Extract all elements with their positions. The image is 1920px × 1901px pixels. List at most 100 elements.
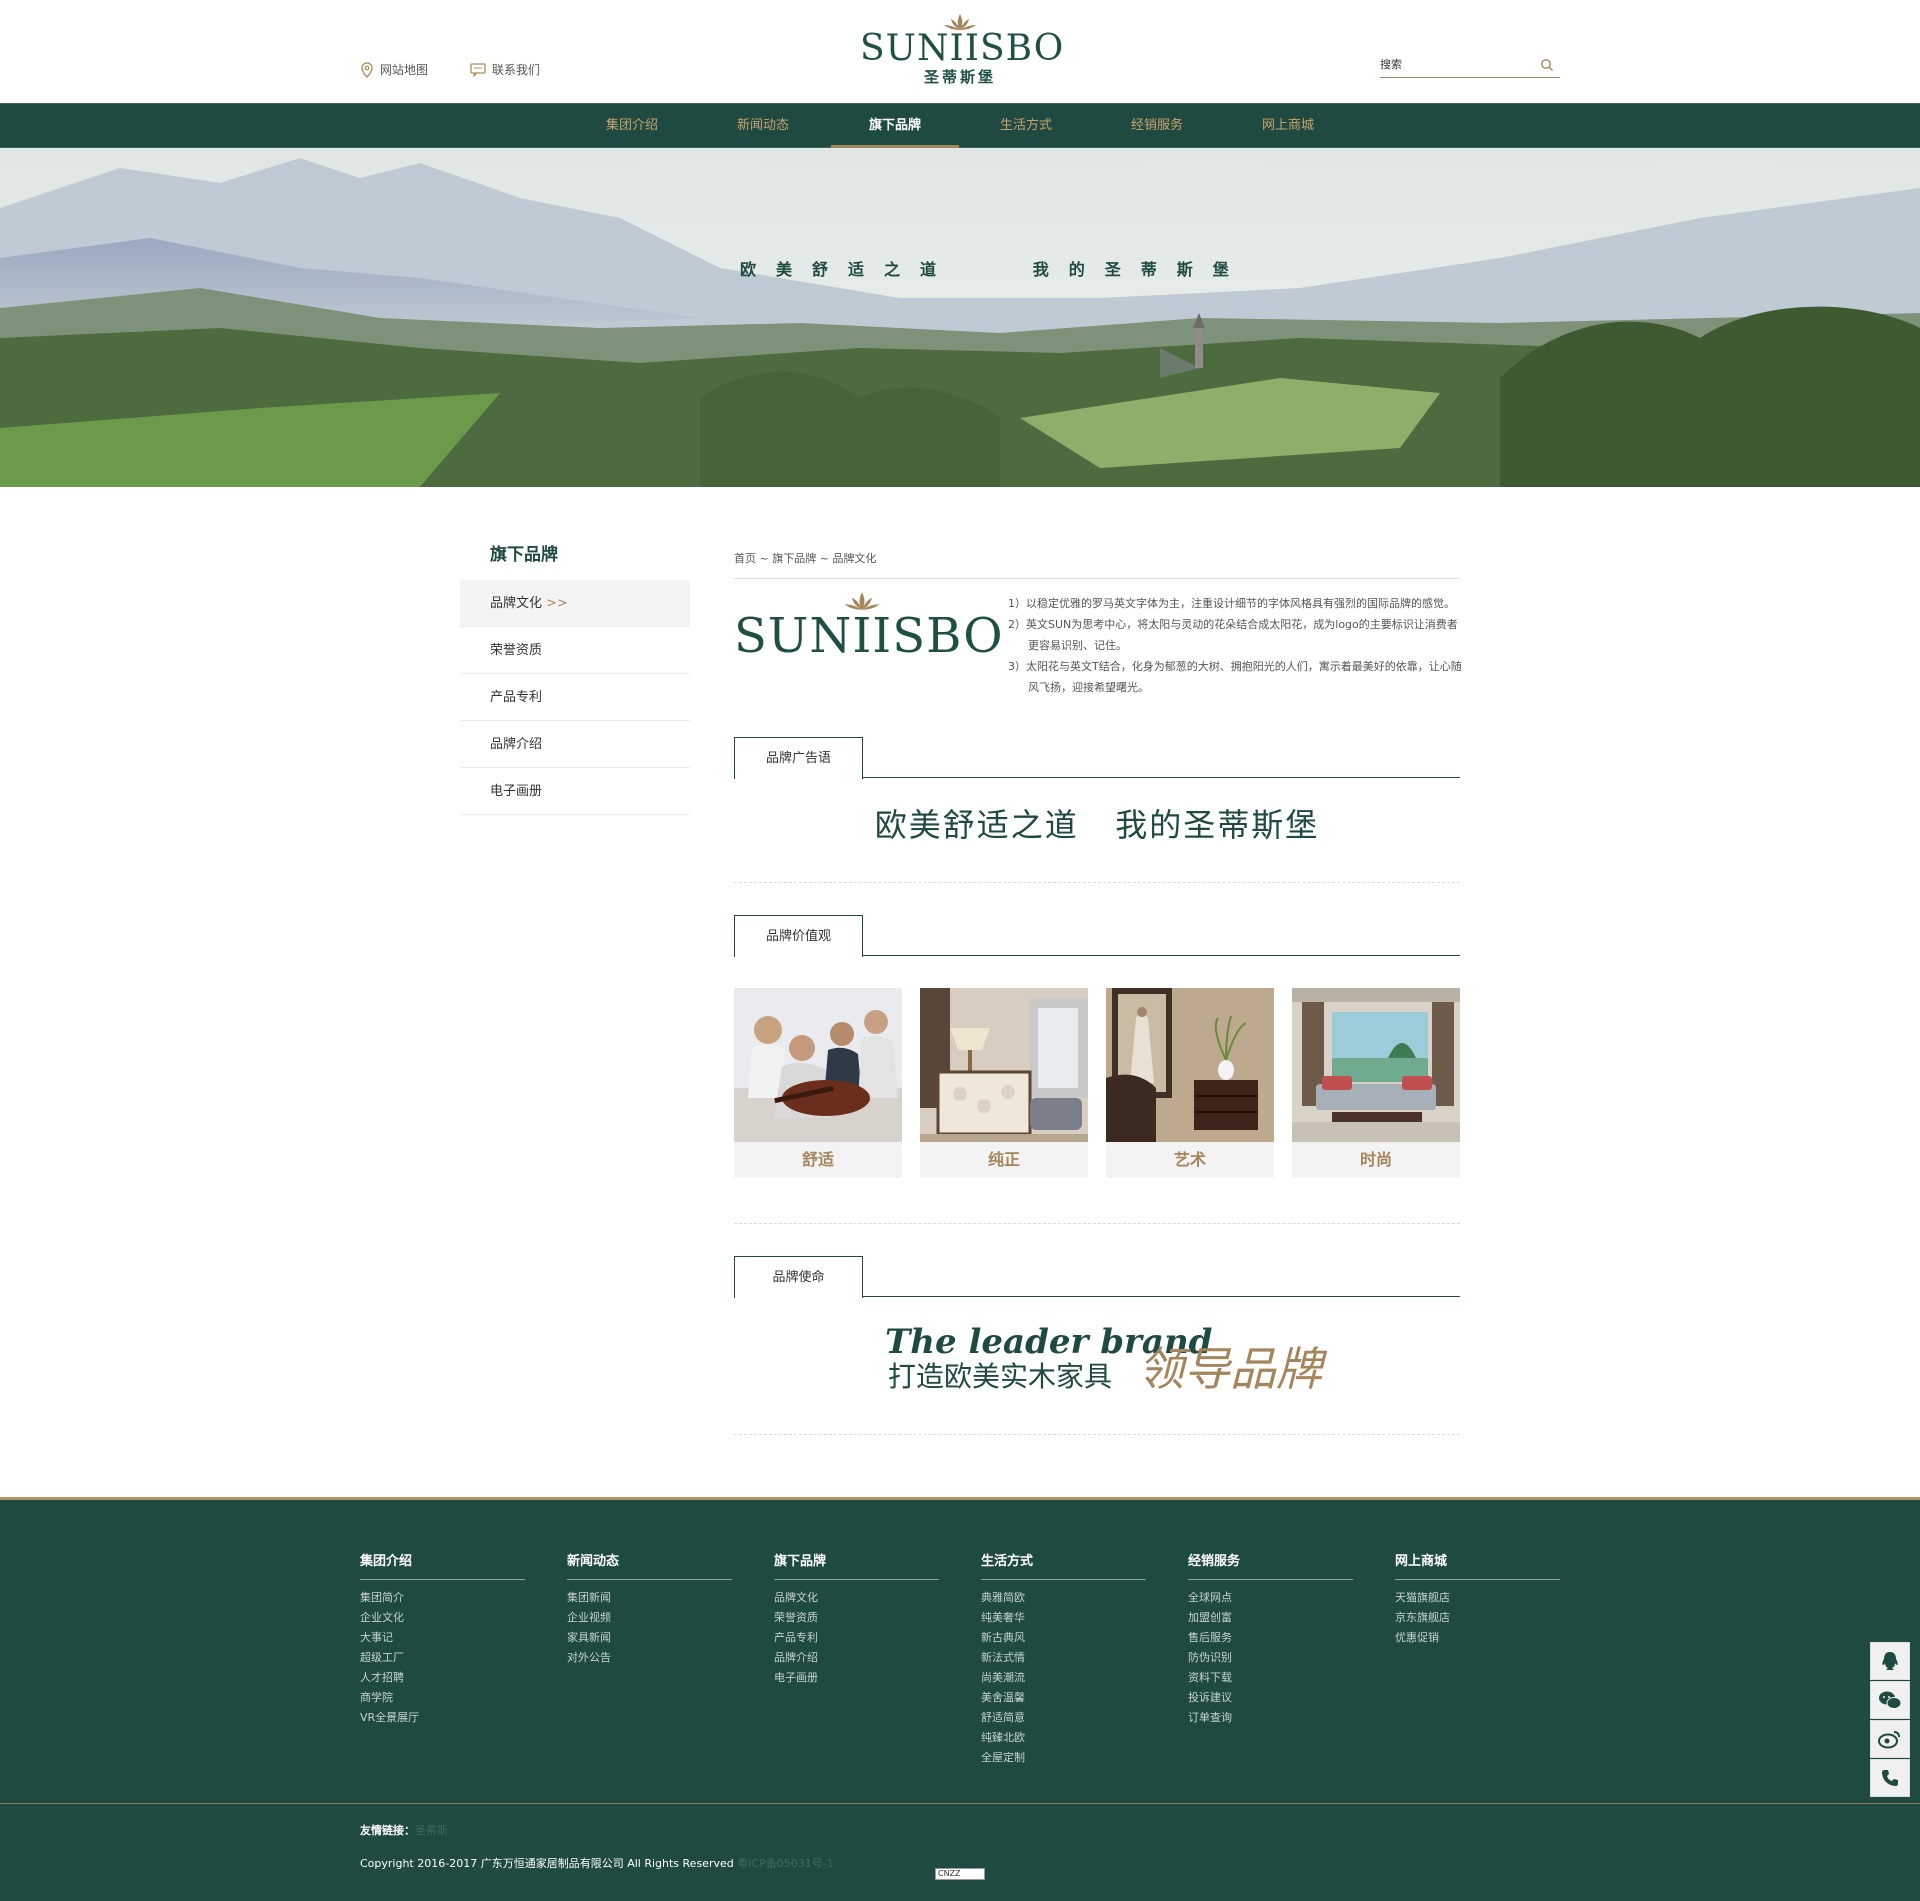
float-phone-button[interactable] [1870, 1759, 1910, 1797]
footer-link[interactable]: 大事记 [360, 1628, 525, 1648]
mission-highlight: 领导品牌 [1138, 1342, 1322, 1396]
location-pin-icon [361, 61, 373, 78]
value-card-fashion[interactable]: 时尚 [1292, 988, 1460, 1178]
breadcrumb: 首页 ~ 旗下品牌 ~ 品牌文化 [734, 552, 877, 565]
footer-link[interactable]: 品牌介绍 [774, 1648, 939, 1668]
sidebar-item-patents[interactable]: 产品专利 [460, 674, 690, 721]
section-divider [734, 1223, 1460, 1224]
weibo-icon [1878, 1731, 1900, 1749]
nav-item-dealer-service[interactable]: 经销服务 [1093, 104, 1221, 148]
cnzz-badge[interactable]: CNZZ [935, 1868, 985, 1880]
footer-link[interactable]: 人才招聘 [360, 1668, 525, 1688]
sidebar-item-brand-culture[interactable]: 品牌文化 >> [460, 580, 690, 627]
footer-link[interactable]: 天猫旗舰店 [1395, 1588, 1560, 1608]
footer-link[interactable]: 品牌文化 [774, 1588, 939, 1608]
footer-link[interactable]: 超级工厂 [360, 1648, 525, 1668]
nav-item-group-intro[interactable]: 集团介绍 [568, 104, 696, 148]
footer-link[interactable]: 对外公告 [567, 1648, 732, 1668]
footer-link[interactable]: 加盟创富 [1188, 1608, 1353, 1628]
tab-brand-slogan[interactable]: 品牌广告语 [734, 737, 863, 779]
nav-item-news[interactable]: 新闻动态 [699, 104, 827, 148]
sidebar-item-e-brochure[interactable]: 电子画册 [460, 768, 690, 815]
sidebar-title: 旗下品牌 [490, 545, 558, 565]
footer-link[interactable]: 企业视频 [567, 1608, 732, 1628]
sidebar-item-brand-intro[interactable]: 品牌介绍 [460, 721, 690, 768]
search-input[interactable] [1380, 58, 1540, 71]
footer-link[interactable]: 防伪识别 [1188, 1648, 1353, 1668]
footer-column-brands: 旗下品牌 品牌文化 荣誉资质 产品专利 品牌介绍 电子画册 [774, 1550, 939, 1688]
footer-link[interactable]: 商学院 [360, 1688, 525, 1708]
float-wechat-button[interactable] [1870, 1681, 1910, 1719]
copyright: Copyright 2016-2017 广东万恒通家居制品有限公司 All Ri… [360, 1855, 834, 1871]
nav-item-lifestyle[interactable]: 生活方式 [962, 104, 1090, 148]
footer-link[interactable]: 订单查询 [1188, 1708, 1353, 1728]
footer-link[interactable]: VR全景展厅 [360, 1708, 525, 1728]
friend-links: 友情链接：圣蒂斯 [360, 1822, 448, 1838]
site-header: 网站地图 联系我们 SUNIISBO 圣蒂斯堡 [0, 0, 1920, 103]
footer-link[interactable]: 集团简介 [360, 1588, 525, 1608]
footer-link[interactable]: 纯美奢华 [981, 1608, 1146, 1628]
breadcrumb-divider [734, 578, 1460, 579]
float-weibo-button[interactable] [1870, 1720, 1910, 1758]
footer-link[interactable]: 电子画册 [774, 1668, 939, 1688]
footer-link[interactable]: 产品专利 [774, 1628, 939, 1648]
sidebar-menu: 品牌文化 >> 荣誉资质 产品专利 品牌介绍 电子画册 [460, 580, 690, 815]
float-qq-button[interactable] [1870, 1642, 1910, 1680]
banner-slogan: 欧美舒适之道 我的圣蒂斯堡 [740, 260, 1249, 279]
footer-link[interactable]: 舒适简意 [981, 1708, 1146, 1728]
search-icon[interactable] [1540, 58, 1554, 72]
footer-column-lifestyle: 生活方式 典雅简欧 纯美奢华 新古典风 新法式情 尚美潮流 美舍温馨 舒适简意 … [981, 1550, 1146, 1768]
icp-link[interactable]: 粤ICP备05031号-1 [737, 1857, 834, 1870]
footer-link[interactable]: 集团新闻 [567, 1588, 732, 1608]
tab-brand-mission[interactable]: 品牌使命 [734, 1256, 863, 1298]
nav-item-online-store[interactable]: 网上商城 [1224, 104, 1352, 148]
friend-link[interactable]: 圣蒂斯 [415, 1824, 448, 1837]
value-card-caption: 艺术 [1173, 1150, 1206, 1169]
value-card-pure[interactable]: 纯正 [920, 988, 1088, 1178]
sidebar-item-label: 品牌文化 [490, 596, 543, 611]
tab-brand-values[interactable]: 品牌价值观 [734, 915, 863, 957]
footer-link[interactable]: 全球网点 [1188, 1588, 1353, 1608]
brand-description-line: 2）英文SUN为思考中心，将太阳与灵动的花朵结合成太阳花，成为logo的主要标识… [1008, 618, 1458, 652]
friend-links-label: 友情链接： [360, 1824, 415, 1837]
site-logo[interactable]: SUNIISBO 圣蒂斯堡 [860, 12, 1063, 92]
intro-logo: SUNIISBO [734, 590, 1004, 664]
footer-column-title: 集团介绍 [360, 1550, 525, 1580]
footer-link[interactable]: 新法式情 [981, 1648, 1146, 1668]
intro-logo-wordmark: SUNIISBO [734, 608, 1004, 664]
footer-divider [0, 1803, 1920, 1804]
footer-link[interactable]: 典雅简欧 [981, 1588, 1146, 1608]
brand-description-line: 3）太阳花与英文T结合，化身为郁葱的大树、拥抱阳光的人们，寓示着最美好的依靠，让… [1008, 660, 1462, 694]
brand-slogan: 欧美舒适之道 我的圣蒂斯堡 [874, 806, 1320, 844]
footer-link[interactable]: 美舍温馨 [981, 1688, 1146, 1708]
footer-column-group: 集团介绍 集团简介 企业文化 大事记 超级工厂 人才招聘 商学院 VR全景展厅 [360, 1550, 525, 1728]
footer-link[interactable]: 尚美潮流 [981, 1668, 1146, 1688]
footer-column-title: 生活方式 [981, 1550, 1146, 1580]
contact-link[interactable]: 联系我们 [470, 61, 540, 78]
footer-link[interactable]: 全屋定制 [981, 1748, 1146, 1768]
footer-link[interactable]: 资料下载 [1188, 1668, 1353, 1688]
footer-link[interactable]: 企业文化 [360, 1608, 525, 1628]
sitemap-link[interactable]: 网站地图 [360, 61, 428, 78]
contact-label: 联系我们 [492, 63, 541, 77]
value-card-caption: 时尚 [1359, 1150, 1392, 1169]
footer-link[interactable]: 家具新闻 [567, 1628, 732, 1648]
footer-link[interactable]: 新古典风 [981, 1628, 1146, 1648]
nav-item-brands[interactable]: 旗下品牌 [831, 104, 959, 148]
footer-column-title: 新闻动态 [567, 1550, 732, 1580]
footer-link[interactable]: 纯臻北欧 [981, 1728, 1146, 1748]
chat-bubble-icon [470, 62, 486, 77]
footer-link[interactable]: 投诉建议 [1188, 1688, 1353, 1708]
footer-link[interactable]: 售后服务 [1188, 1628, 1353, 1648]
footer-link[interactable]: 优惠促销 [1395, 1628, 1560, 1648]
footer-column-dealer: 经销服务 全球网点 加盟创富 售后服务 防伪识别 资料下载 投诉建议 订单查询 [1188, 1550, 1353, 1728]
value-card-comfort[interactable]: 舒适 [734, 988, 902, 1178]
painting-chest-photo [1106, 988, 1274, 1142]
section-divider [734, 1434, 1460, 1435]
value-card-art[interactable]: 艺术 [1106, 988, 1274, 1178]
sidebar-item-honors[interactable]: 荣誉资质 [460, 627, 690, 674]
main-nav: 集团介绍 新闻动态 旗下品牌 生活方式 经销服务 网上商城 [0, 103, 1920, 148]
footer-link[interactable]: 京东旗舰店 [1395, 1608, 1560, 1628]
footer-link[interactable]: 荣誉资质 [774, 1608, 939, 1628]
copyright-text: Copyright 2016-2017 广东万恒通家居制品有限公司 All Ri… [360, 1857, 734, 1870]
